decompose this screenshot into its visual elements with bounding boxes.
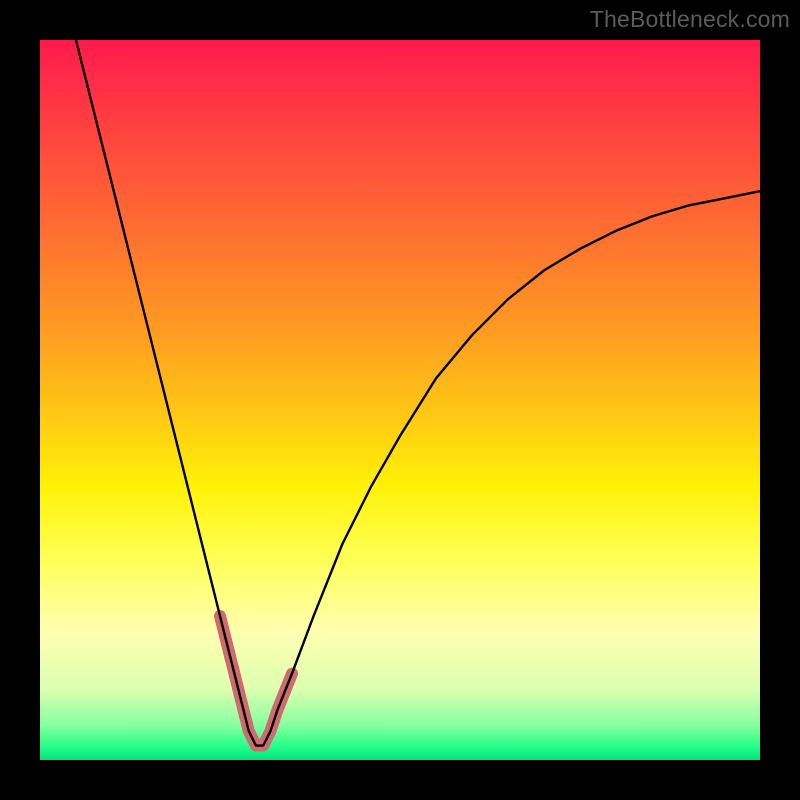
watermark-text: TheBottleneck.com bbox=[590, 6, 790, 33]
curve-svg bbox=[40, 40, 760, 760]
bottleneck-curve bbox=[76, 40, 760, 746]
chart-frame: TheBottleneck.com bbox=[0, 0, 800, 800]
valley-highlight-curve bbox=[220, 616, 292, 746]
plot-area bbox=[40, 40, 760, 760]
